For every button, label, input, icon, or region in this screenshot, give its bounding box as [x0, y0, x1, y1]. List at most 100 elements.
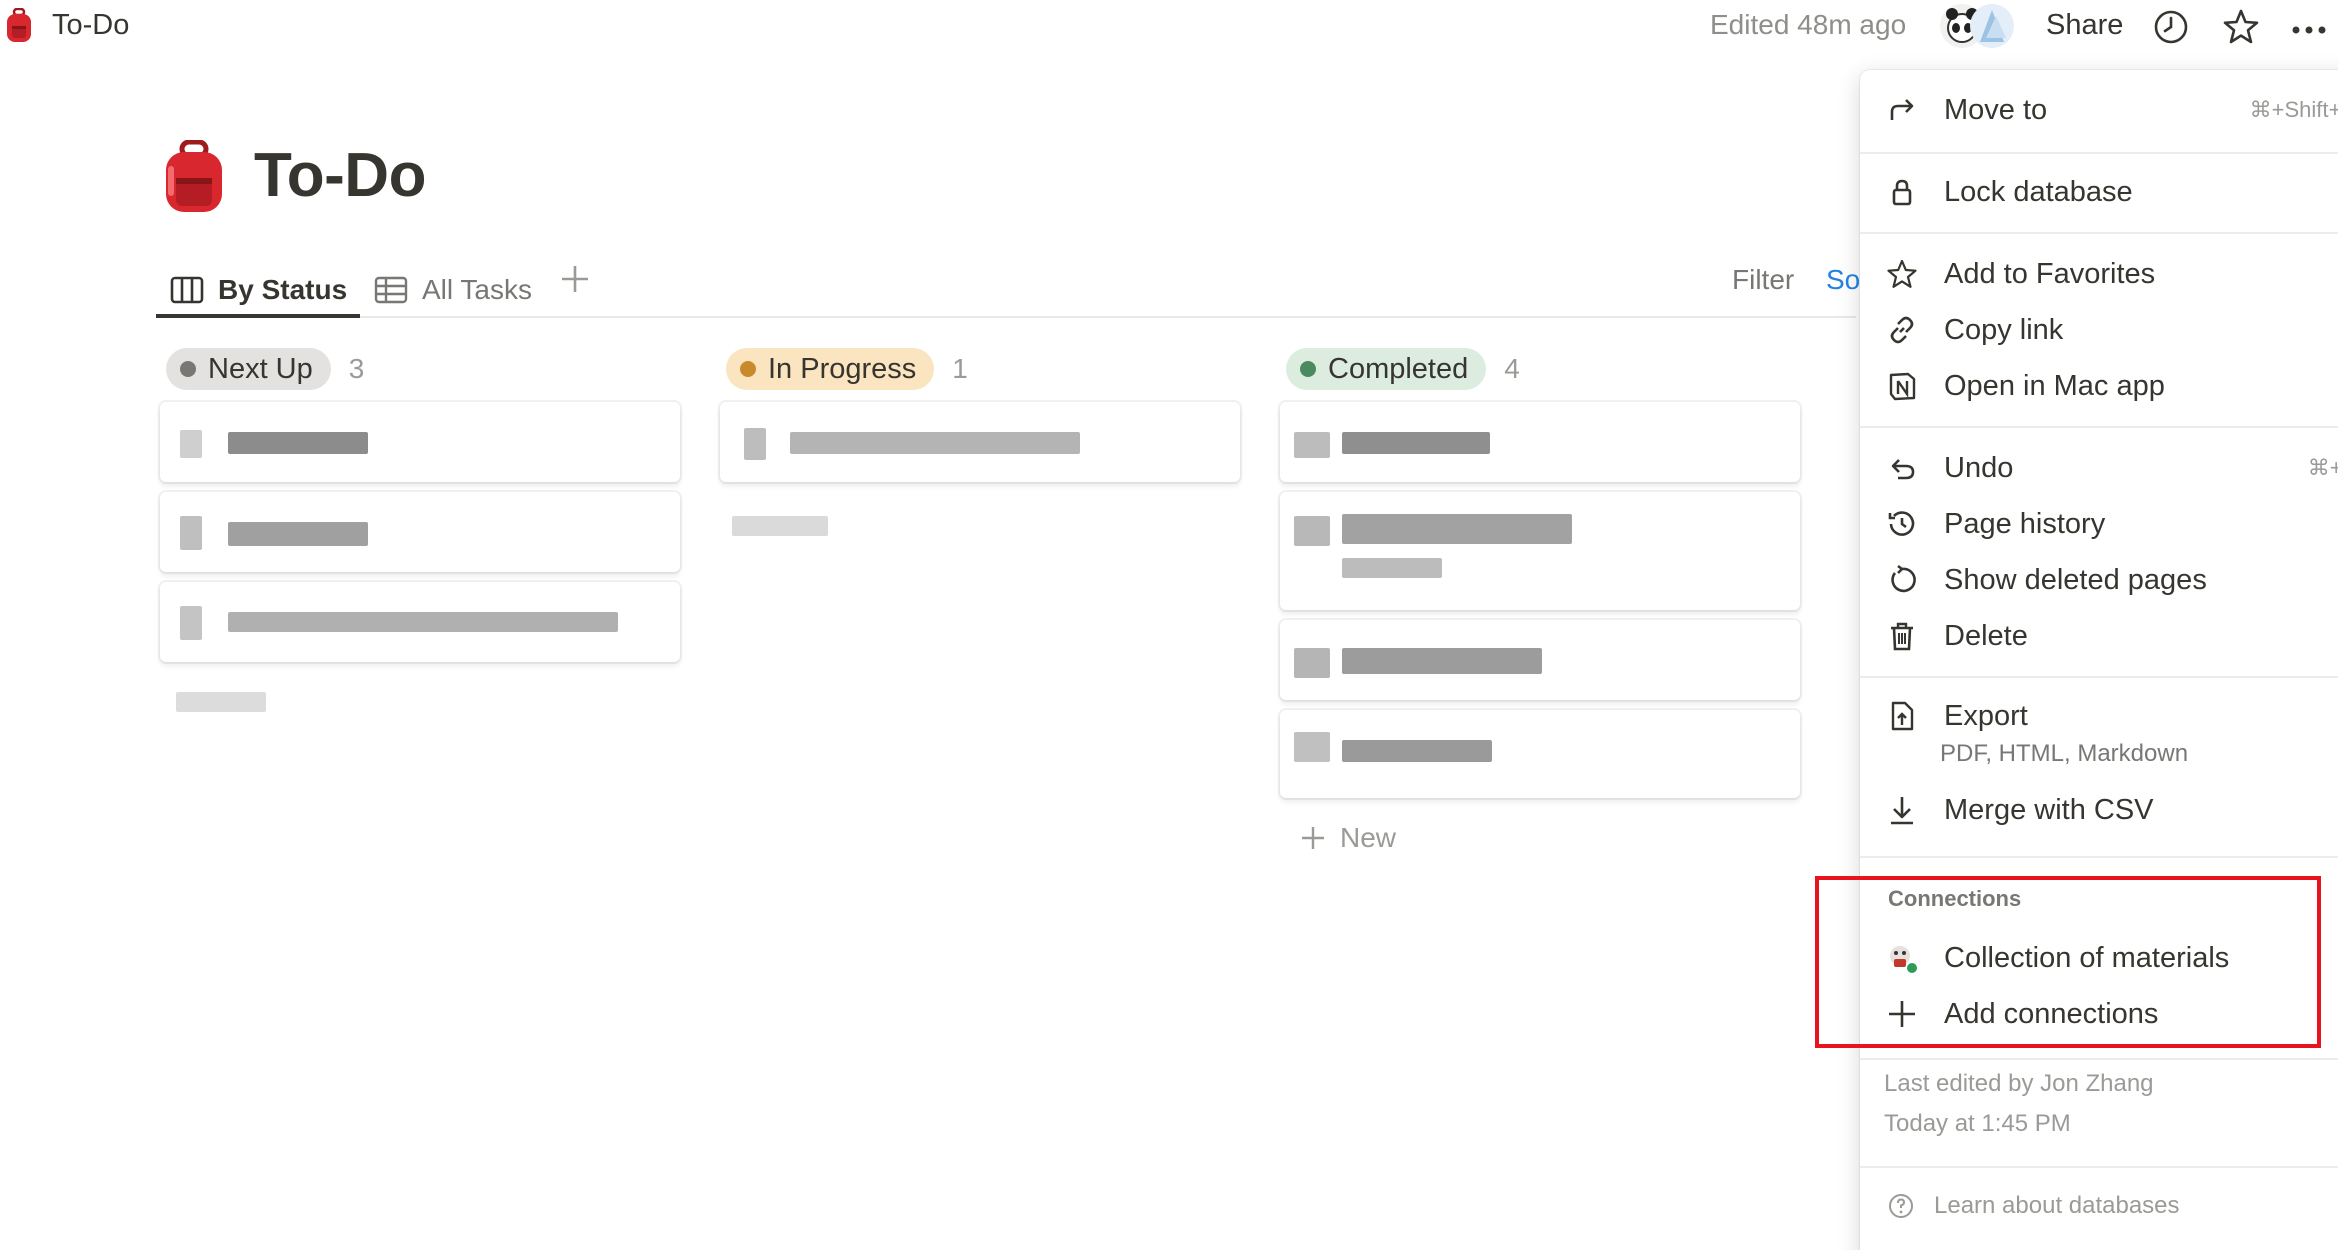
trash-icon — [1891, 622, 1913, 651]
column-count: 3 — [348, 353, 365, 384]
status-label: Next Up — [208, 352, 313, 385]
redacted-text — [1342, 514, 1572, 544]
more-options-icon[interactable] — [2290, 8, 2328, 46]
status-dot — [180, 361, 196, 377]
menu-item-label: Copy link — [1944, 313, 2064, 346]
clock-icon[interactable] — [2152, 8, 2190, 46]
page-options-menu: Move to ⌘+Shift+P Lock database Add to F… — [1860, 70, 2338, 1250]
status-pill[interactable]: Next Up — [166, 348, 331, 390]
menu-divider — [1860, 1058, 2338, 1060]
menu-item-add-to-favorites[interactable]: Add to Favorites — [1886, 252, 2338, 296]
last-edited-time: Today at 1:45 PM — [1884, 1110, 2071, 1137]
breadcrumb-title[interactable]: To-Do — [52, 9, 129, 42]
menu-item-export[interactable]: Export — [1886, 694, 2338, 738]
column-count: 1 — [952, 353, 968, 384]
menu-item-label: Add to Favorites — [1944, 257, 2156, 290]
task-card[interactable] — [1280, 492, 1800, 610]
lock-icon — [1892, 179, 1912, 206]
menu-item-label: Move to — [1944, 93, 2048, 126]
backpack-icon[interactable] — [4, 8, 34, 44]
task-card[interactable] — [1280, 620, 1800, 700]
redacted-text — [228, 522, 368, 546]
tab-all-tasks[interactable]: All Tasks — [374, 262, 532, 318]
redacted-hidden-group[interactable] — [176, 692, 266, 712]
export-icon — [1891, 701, 1914, 731]
filter-button[interactable]: Filter — [1732, 264, 1794, 296]
redacted-icon — [744, 428, 766, 460]
task-card[interactable] — [1280, 710, 1800, 798]
page-title[interactable]: To-Do — [254, 140, 426, 211]
redacted-icon — [180, 430, 202, 458]
menu-item-copy-link[interactable]: Copy link — [1886, 308, 2338, 352]
connections-highlight-box — [1815, 876, 2321, 1048]
redacted-hidden-group[interactable] — [732, 516, 828, 536]
task-card[interactable] — [160, 402, 680, 482]
new-card-button[interactable]: New — [1300, 822, 1396, 854]
menu-item-label: Open in Mac app — [1944, 369, 2165, 402]
task-card[interactable] — [160, 582, 680, 662]
shortcut-hint: ⌘+Z — [2307, 455, 2338, 480]
menu-item-open-in-mac-app[interactable]: Open in Mac app — [1886, 364, 2338, 408]
task-card[interactable] — [160, 492, 680, 572]
redacted-text — [1342, 740, 1492, 762]
task-card[interactable] — [720, 402, 1240, 482]
redacted-icon — [1294, 432, 1330, 458]
column-header-next-up: Next Up 3 — [166, 348, 364, 390]
menu-item-page-history[interactable]: Page history — [1886, 502, 2338, 546]
link-icon — [1890, 316, 1914, 344]
column-count: 4 — [1504, 353, 1520, 384]
star-icon — [1887, 259, 1917, 288]
menu-item-delete[interactable]: Delete — [1886, 614, 2338, 658]
task-card[interactable] — [1280, 402, 1800, 482]
history-icon — [1888, 511, 1915, 536]
redacted-text — [228, 612, 618, 632]
redacted-text — [790, 432, 1080, 454]
menu-item-label: Undo — [1944, 451, 2014, 484]
backpack-icon[interactable] — [160, 140, 228, 216]
menu-item-label: Merge with CSV — [1944, 793, 2154, 826]
edited-status: Edited 48m ago — [1710, 9, 1907, 40]
menu-divider — [1860, 1166, 2338, 1168]
menu-item-label: Delete — [1944, 619, 2028, 652]
menu-item-label: Learn about databases — [1934, 1192, 2180, 1219]
redacted-text — [228, 432, 368, 454]
menu-item-label: Export — [1944, 699, 2028, 732]
add-view-icon[interactable] — [558, 262, 592, 296]
menu-item-label: Page history — [1944, 507, 2106, 540]
redacted-icon — [180, 606, 202, 640]
menu-item-label: Lock database — [1944, 175, 2133, 208]
share-button[interactable]: Share — [2046, 9, 2123, 42]
menu-item-move-to[interactable]: Move to ⌘+Shift+P — [1886, 88, 2338, 132]
sort-button[interactable]: So — [1826, 264, 1860, 296]
menu-item-lock-database[interactable]: Lock database — [1886, 170, 2338, 214]
help-icon — [1889, 1194, 1913, 1218]
top-bar: To-Do Edited 48m ago Share — [0, 0, 2338, 52]
star-icon[interactable] — [2222, 8, 2260, 46]
tab-label: By Status — [218, 274, 348, 305]
menu-divider — [1860, 426, 2338, 428]
shortcut-hint: ⌘+Shift+P — [2249, 97, 2338, 122]
redacted-icon — [180, 516, 202, 550]
redacted-icon — [1294, 648, 1330, 678]
notion-logo-icon — [1889, 372, 1916, 401]
menu-item-learn-about-databases[interactable]: Learn about databases — [1888, 1184, 2338, 1228]
menu-item-show-deleted-pages[interactable]: Show deleted pages — [1886, 558, 2338, 602]
column-header-in-progress: In Progress 1 — [726, 348, 968, 390]
tab-label: All Tasks — [422, 274, 532, 305]
status-pill[interactable]: Completed — [1286, 348, 1487, 390]
menu-divider — [1860, 232, 2338, 234]
plus-icon — [1302, 827, 1324, 849]
status-dot — [1300, 361, 1316, 377]
collaborator-avatars[interactable] — [1938, 2, 2016, 50]
tab-by-status[interactable]: By Status — [170, 262, 347, 318]
status-label: Completed — [1328, 352, 1469, 385]
export-formats: PDF, HTML, Markdown — [1940, 740, 2189, 767]
menu-item-undo[interactable]: Undo ⌘+Z — [1886, 446, 2338, 490]
menu-divider — [1860, 152, 2338, 154]
menu-item-merge-with-csv[interactable]: Merge with CSV — [1886, 788, 2338, 832]
redacted-text — [1342, 432, 1490, 454]
arrow-turn-right-icon — [1890, 99, 1914, 120]
status-pill[interactable]: In Progress — [726, 348, 935, 390]
status-dot — [740, 361, 756, 377]
menu-item-label: Show deleted pages — [1944, 563, 2207, 596]
